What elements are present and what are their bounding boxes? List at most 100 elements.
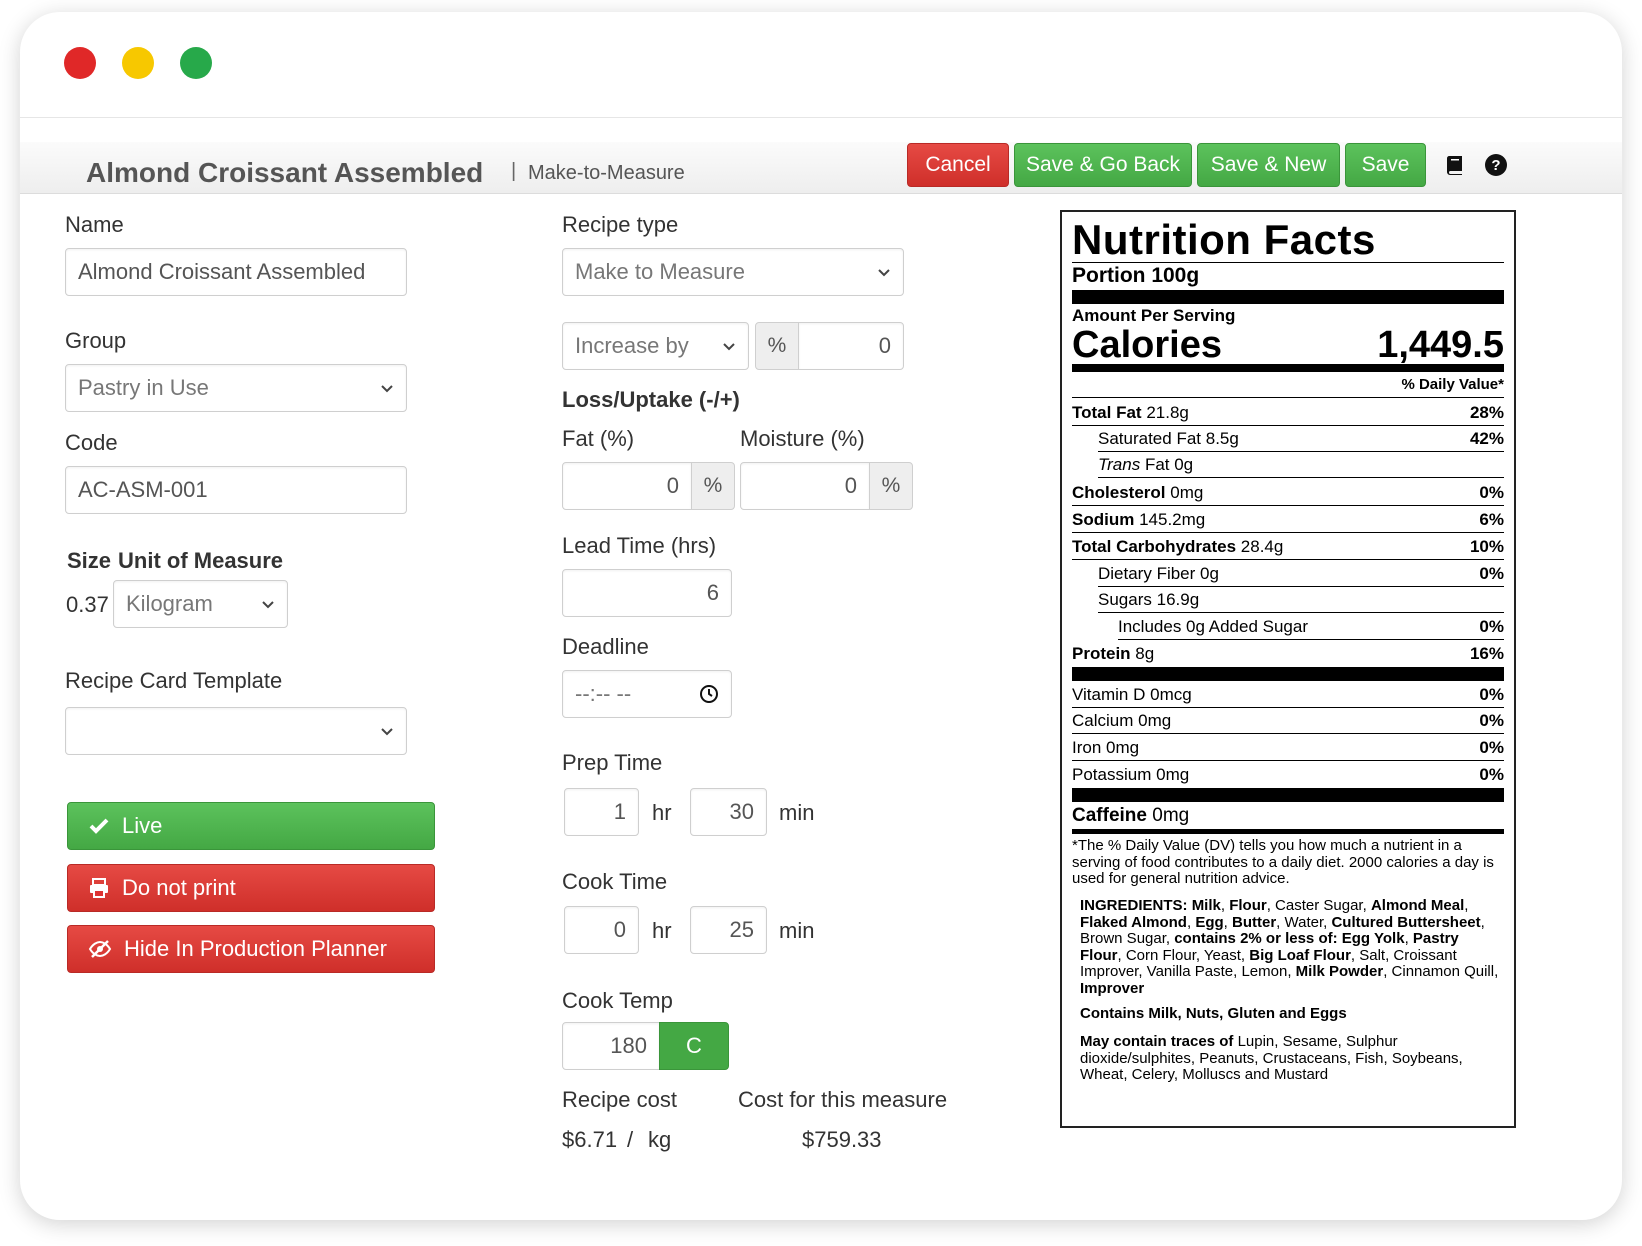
ingredient-text: Flour — [1229, 897, 1267, 914]
unit-of-measure-label: Unit of Measure — [118, 548, 284, 573]
chevron-down-icon — [878, 269, 890, 277]
ingredient-text: , — [1220, 897, 1230, 914]
fat-percent-addon: % — [691, 462, 735, 510]
nutrient-row: Total Fat 21.8g 28% — [1072, 400, 1504, 426]
nutrient-row: Potassium 0mg 0% — [1072, 765, 1504, 784]
ingredient-text: Flaked Almond — [1080, 913, 1187, 931]
clock-icon[interactable] — [699, 684, 719, 704]
moisture-percent-label: Moisture (%) — [740, 426, 865, 451]
group-select-value: Pastry in Use — [78, 375, 209, 400]
ingredient-text: , — [1464, 897, 1469, 914]
ingredient-text: , — [1404, 930, 1413, 947]
ingredient-text: Cultured Buttersheet — [1331, 913, 1481, 931]
deadline-time-input[interactable]: --:-- -- — [562, 670, 732, 718]
nutrient-row: Total Carbohydrates 28.4g 10% — [1072, 534, 1504, 560]
amount-per-serving: Amount Per Serving — [1072, 306, 1236, 325]
moisture-percent-input[interactable]: 0 — [740, 462, 870, 510]
recipe-cost-unit: kg — [648, 1127, 672, 1152]
temp-unit-toggle[interactable]: C — [659, 1022, 729, 1070]
ingredient-text: , Cinnamon Quill, — [1383, 963, 1499, 980]
increase-by-select[interactable]: Increase by — [562, 322, 749, 370]
moisture-percent-addon: % — [869, 462, 913, 510]
size-value[interactable]: 0.37 — [66, 592, 109, 618]
unit-of-measure-select[interactable]: Kilogram — [113, 580, 288, 628]
increase-by-value: Increase by — [575, 333, 689, 358]
live-label: Live — [122, 813, 163, 838]
loss-uptake-label: Loss/Uptake (-/+) — [562, 387, 740, 412]
cancel-button[interactable]: Cancel — [907, 143, 1009, 187]
hide-in-production-planner-button[interactable]: Hide In Production Planner — [67, 925, 435, 973]
percent-addon: % — [755, 322, 799, 370]
app-window: Almond Croissant Assembled | Make-to-Mea… — [20, 12, 1622, 1220]
help-icon[interactable]: ? — [1484, 153, 1508, 177]
book-icon[interactable] — [1443, 153, 1467, 177]
nutrient-row: Calcium 0mg 0% — [1072, 708, 1504, 734]
daily-value-footnote: *The % Daily Value (DV) tells you how mu… — [1072, 837, 1494, 887]
cook-time-label: Cook Time — [562, 869, 668, 894]
save-go-back-button[interactable]: Save & Go Back — [1014, 143, 1192, 187]
prep-minutes-input[interactable]: 30 — [690, 788, 767, 836]
cook-hours-input[interactable]: 0 — [564, 906, 639, 954]
chevron-down-icon — [381, 728, 393, 736]
prep-time-label: Prep Time — [562, 750, 663, 775]
cook-temp-input[interactable]: 180 — [562, 1022, 660, 1070]
recipe-card-template-label: Recipe Card Template — [65, 668, 283, 693]
may-contain-traces: May contain traces of Lupin, Sesame, Sul… — [1080, 1033, 1463, 1083]
increase-amount-input[interactable]: 0 — [798, 322, 904, 370]
ingredient-text: Improver — [1080, 979, 1145, 997]
nutrient-row: Vitamin D 0mcg 0% — [1072, 682, 1504, 708]
page-title: Almond Croissant Assembled — [86, 157, 484, 188]
ingredient-text: Milk Powder — [1295, 963, 1384, 980]
deadline-value: --:-- -- — [575, 681, 632, 706]
name-input[interactable]: Almond Croissant Assembled — [65, 248, 407, 296]
group-select[interactable]: Pastry in Use — [65, 364, 407, 412]
lead-time-input[interactable]: 6 — [562, 569, 732, 617]
calories-label: Calories — [1072, 324, 1222, 366]
nutrient-row: Protein 8g 16% — [1072, 644, 1504, 663]
save-new-button[interactable]: Save & New — [1197, 143, 1340, 187]
cook-minutes-unit: min — [779, 918, 815, 943]
measure-cost-value: $759.33 — [802, 1127, 882, 1152]
ingredient-text: , — [1223, 913, 1232, 931]
recipe-cost-value: $6.71 — [562, 1127, 618, 1152]
size-label: Size — [67, 548, 112, 573]
fat-percent-input[interactable]: 0 — [562, 462, 692, 510]
save-button[interactable]: Save — [1345, 143, 1426, 187]
recipe-type-value: Make to Measure — [575, 259, 745, 284]
maximize-window-button[interactable] — [180, 47, 212, 79]
check-icon — [89, 818, 109, 834]
recipe-card-template-select[interactable] — [65, 707, 407, 755]
title-bar — [20, 12, 1622, 118]
title-separator: | — [511, 160, 517, 182]
ingredient-text: contains 2% or less of: Egg Yolk — [1174, 930, 1405, 947]
code-input[interactable]: AC-ASM-001 — [65, 466, 407, 514]
live-toggle-button[interactable]: Live — [67, 802, 435, 850]
eye-slash-icon — [88, 940, 112, 958]
ingredients-list: INGREDIENTS: Milk, Flour, Caster Sugar, … — [1080, 897, 1499, 997]
nutrient-row: Dietary Fiber 0g 0% — [1098, 561, 1504, 587]
recipe-type-select[interactable]: Make to Measure — [562, 248, 904, 296]
group-label: Group — [65, 328, 127, 353]
allergen-contains: Contains Milk, Nuts, Gluten and Eggs — [1080, 1005, 1347, 1022]
lead-time-label: Lead Time (hrs) — [562, 533, 717, 558]
ingredient-text: Butter — [1232, 913, 1277, 931]
ingredient-text: Egg — [1195, 913, 1224, 931]
name-label: Name — [65, 212, 124, 237]
hide-in-production-planner-label: Hide In Production Planner — [124, 936, 387, 961]
unit-of-measure-value: Kilogram — [126, 591, 213, 616]
code-label: Code — [65, 430, 118, 455]
ingredient-text: Almond Meal — [1370, 897, 1465, 914]
minimize-window-button[interactable] — [122, 47, 154, 79]
nutrient-row: Caffeine 0mg — [1072, 805, 1190, 826]
do-not-print-button[interactable]: Do not print — [67, 864, 435, 912]
close-window-button[interactable] — [64, 47, 96, 79]
nutrient-row: Sugars 16.9g — [1098, 587, 1504, 613]
prep-hours-unit: hr — [652, 800, 672, 825]
recipe-type-label: Recipe type — [562, 212, 679, 237]
printer-icon — [90, 878, 108, 898]
cook-minutes-input[interactable]: 25 — [690, 906, 767, 954]
nutrition-title: Nutrition Facts — [1072, 216, 1376, 263]
prep-hours-input[interactable]: 1 — [564, 788, 639, 836]
prep-minutes-unit: min — [779, 800, 815, 825]
chevron-down-icon — [381, 385, 393, 393]
